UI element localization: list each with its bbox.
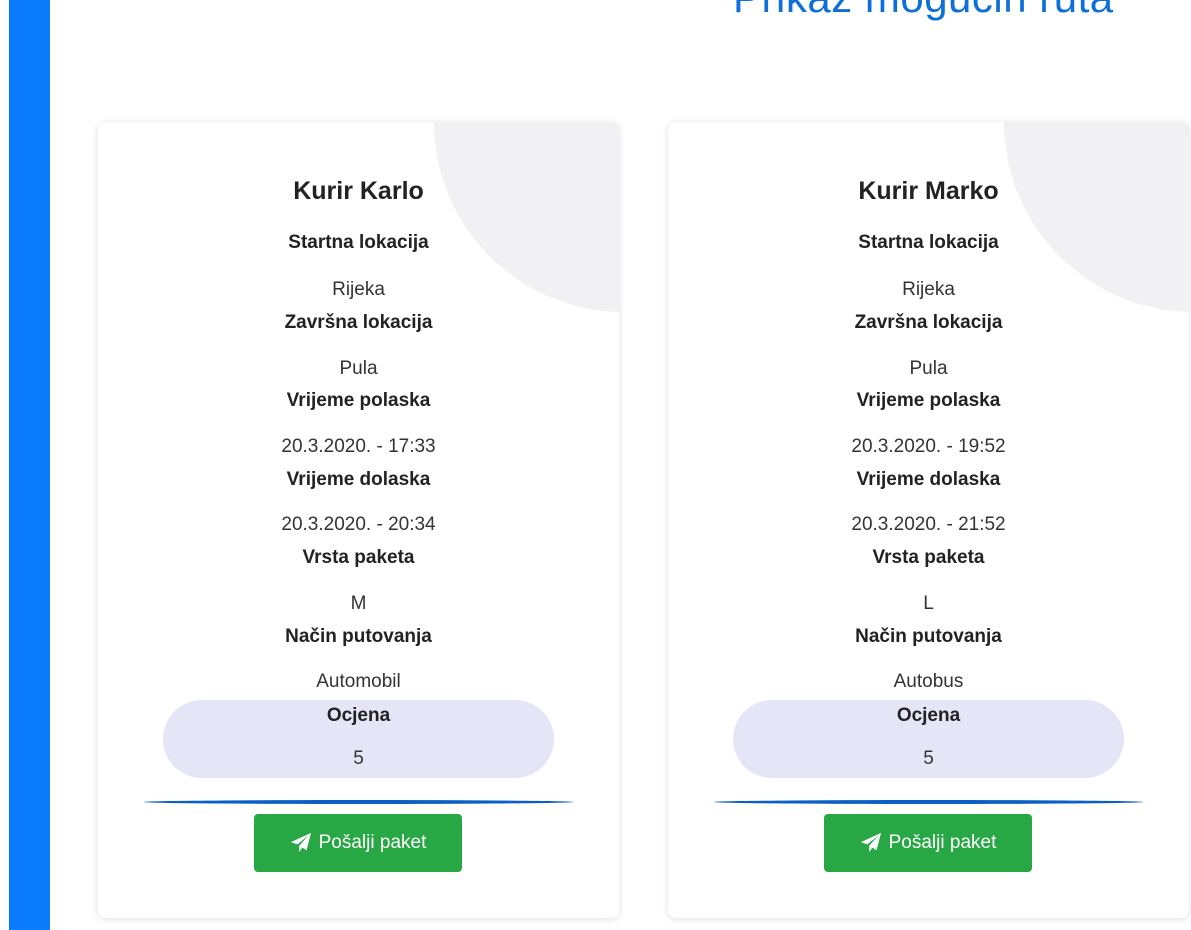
page-title: Prikaz mogućih ruta (733, 0, 1114, 22)
package-type-label: Vrsta paketa (872, 547, 985, 568)
divider (714, 800, 1143, 804)
package-type-label: Vrsta paketa (302, 547, 415, 568)
divider (144, 800, 573, 804)
left-accent-bar (9, 0, 50, 930)
rating-value: 5 (353, 748, 364, 769)
start-location-label: Startna lokacija (858, 232, 999, 253)
paper-plane-icon (860, 832, 882, 854)
travel-mode-label: Način putovanja (855, 626, 1002, 647)
end-location-value: Pula (909, 358, 948, 379)
arrival-time-label: Vrijeme dolaska (856, 469, 1001, 490)
package-type-value: L (923, 593, 934, 614)
send-package-button[interactable]: Pošalji paket (254, 814, 462, 872)
start-location-value: Rijeka (902, 279, 955, 300)
send-package-label: Pošalji paket (888, 832, 997, 853)
travel-mode-value: Automobil (316, 671, 401, 692)
rating-box: Ocjena 5 (733, 700, 1124, 778)
route-card: Kurir Marko Startna lokacija Rijeka Zavr… (668, 122, 1189, 918)
end-location-value: Pula (339, 358, 378, 379)
package-type-value: M (350, 593, 367, 614)
arrival-time-label: Vrijeme dolaska (286, 469, 431, 490)
arrival-time-value: 20.3.2020. - 20:34 (281, 514, 436, 535)
paper-plane-icon (290, 832, 312, 854)
departure-time-value: 20.3.2020. - 17:33 (281, 436, 436, 457)
departure-time-label: Vrijeme polaska (286, 390, 431, 411)
travel-mode-label: Način putovanja (285, 626, 432, 647)
departure-time-label: Vrijeme polaska (856, 390, 1001, 411)
travel-mode-value: Autobus (893, 671, 964, 692)
courier-name: Kurir Marko (858, 177, 999, 205)
start-location-label: Startna lokacija (288, 232, 429, 253)
arrival-time-value: 20.3.2020. - 21:52 (851, 514, 1006, 535)
courier-name: Kurir Karlo (293, 177, 424, 205)
rating-label: Ocjena (326, 705, 391, 726)
route-card: Kurir Karlo Startna lokacija Rijeka Zavr… (98, 122, 619, 918)
departure-time-value: 20.3.2020. - 19:52 (851, 436, 1006, 457)
end-location-label: Završna lokacija (284, 312, 433, 333)
start-location-value: Rijeka (332, 279, 385, 300)
send-package-button[interactable]: Pošalji paket (824, 814, 1032, 872)
rating-box: Ocjena 5 (163, 700, 554, 778)
send-package-label: Pošalji paket (318, 832, 427, 853)
rating-label: Ocjena (896, 705, 961, 726)
end-location-label: Završna lokacija (854, 312, 1003, 333)
rating-value: 5 (923, 748, 934, 769)
